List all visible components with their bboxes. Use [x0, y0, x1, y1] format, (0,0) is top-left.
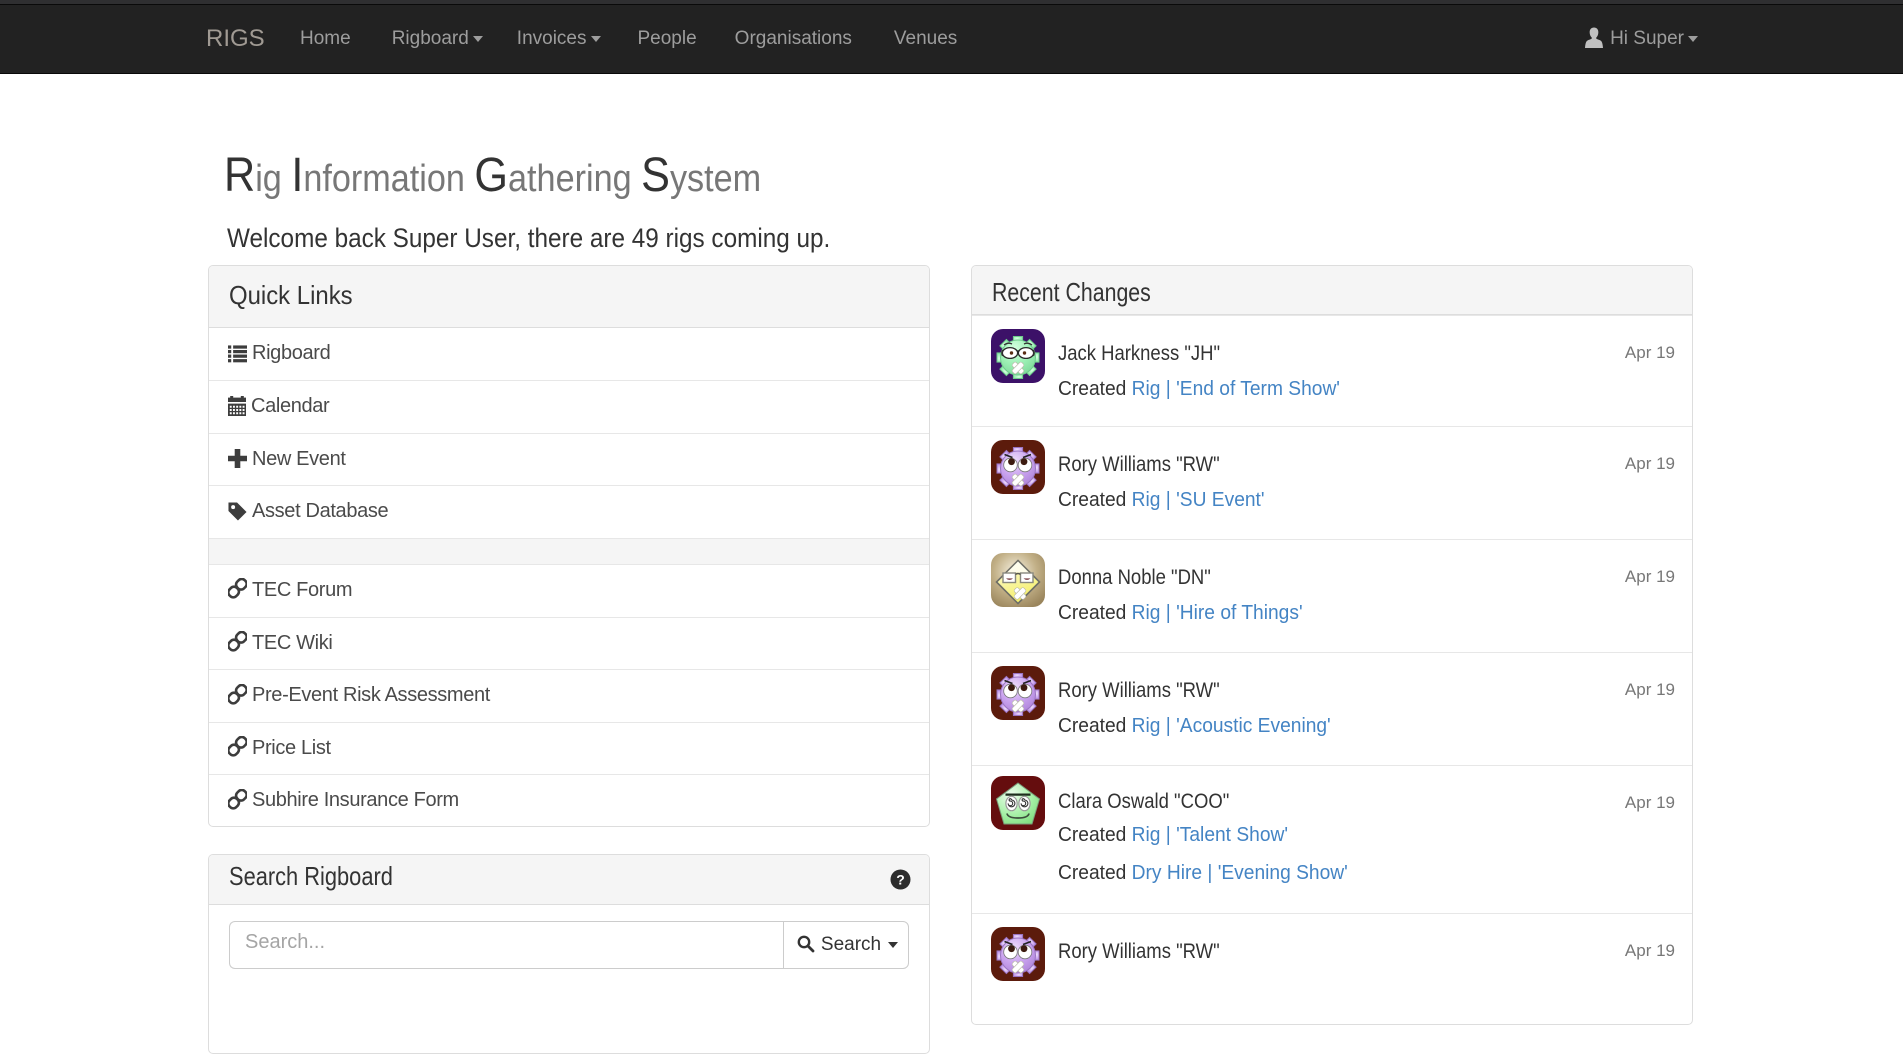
svg-text:?: ?: [896, 872, 905, 888]
